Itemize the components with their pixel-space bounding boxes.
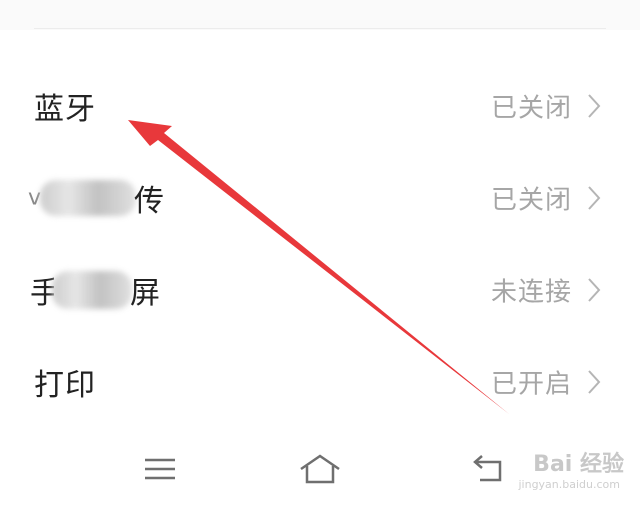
settings-row-bluetooth[interactable]: 蓝牙 已关闭 bbox=[0, 60, 640, 152]
row-status: 已关闭 bbox=[490, 93, 572, 124]
chevron-right-icon bbox=[588, 278, 601, 302]
row-status: 已关闭 bbox=[490, 185, 572, 216]
row-label-prefix: 手 bbox=[30, 276, 54, 311]
row-status: 未连接 bbox=[490, 277, 572, 308]
redacted-blur bbox=[52, 271, 132, 309]
home-icon[interactable] bbox=[298, 452, 342, 486]
back-icon[interactable] bbox=[470, 452, 510, 486]
row-label: 蓝牙 bbox=[34, 92, 96, 127]
top-strip bbox=[0, 0, 640, 30]
bottom-navbar bbox=[0, 430, 640, 508]
row-status: 已开启 bbox=[490, 369, 572, 400]
chevron-right-icon bbox=[588, 186, 601, 210]
settings-row-redacted-1[interactable]: v 传 已关闭 bbox=[0, 152, 640, 244]
divider bbox=[34, 28, 606, 29]
settings-row-print[interactable]: 打印 已开启 bbox=[0, 336, 640, 428]
menu-icon[interactable] bbox=[140, 452, 180, 486]
chevron-right-icon bbox=[588, 370, 601, 394]
row-label: 打印 bbox=[34, 368, 96, 403]
row-label: 屏 bbox=[130, 276, 161, 311]
settings-row-redacted-2[interactable]: 手 屏 未连接 bbox=[0, 244, 640, 336]
row-label: 传 bbox=[134, 184, 165, 219]
chevron-right-icon bbox=[588, 94, 601, 118]
redacted-blur bbox=[40, 180, 136, 216]
